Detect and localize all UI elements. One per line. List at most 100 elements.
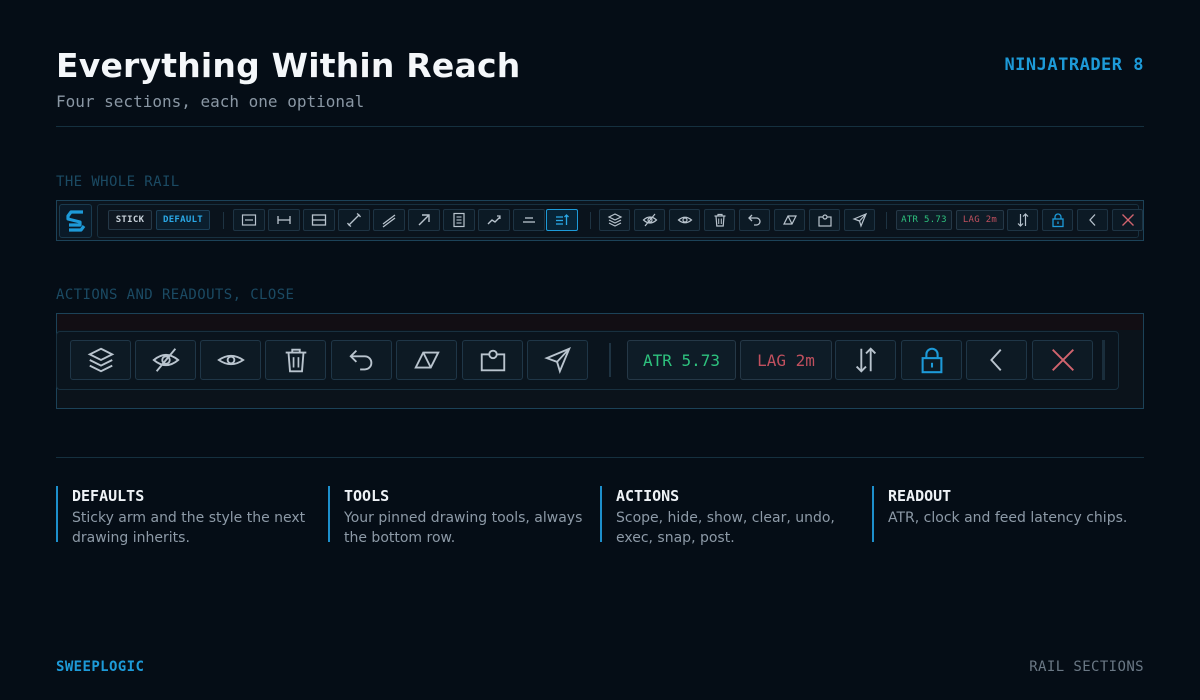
ruler-icon — [346, 212, 362, 228]
tool-parallel-channel-button[interactable] — [373, 209, 405, 231]
horizontal-ray-icon — [277, 216, 291, 224]
exec-triangle-icon — [782, 215, 797, 225]
logo-button[interactable] — [59, 204, 92, 238]
lock-icon — [921, 347, 942, 374]
collapse-button-large[interactable] — [966, 340, 1027, 380]
note-icon — [453, 212, 465, 228]
legend-title: ACTIONS — [616, 487, 680, 505]
text-align-icon — [523, 217, 535, 223]
undo-icon — [747, 214, 761, 226]
section-label-actions-close: ACTIONS AND READOUTS, CLOSE — [56, 287, 295, 303]
tool-rectangle-button[interactable] — [303, 209, 335, 231]
post-button[interactable] — [844, 209, 875, 231]
rectangle-icon — [311, 214, 327, 226]
legend-description: Your pinned drawing tools, always the bo… — [344, 510, 583, 546]
layers-icon — [607, 213, 622, 227]
trash-icon — [714, 213, 725, 227]
atr-chip-large[interactable]: ATR 5.73 — [627, 340, 736, 380]
legend-tools: TOOLS Your pinned drawing tools, always … — [328, 486, 594, 546]
snap-button[interactable] — [809, 209, 840, 231]
scope-button-large[interactable] — [70, 340, 131, 380]
tool-note-button[interactable] — [443, 209, 475, 231]
clear-button[interactable] — [704, 209, 735, 231]
eye-off-icon — [151, 348, 180, 372]
legend-title: TOOLS — [344, 487, 390, 505]
close-button[interactable] — [1112, 209, 1143, 231]
toolbar-rail: STICK DEFAULT ATR 5.73 LAG 2m — [56, 200, 1144, 241]
rail-edge-handle — [1102, 340, 1105, 380]
exec-button-large[interactable] — [396, 340, 457, 380]
sort-arrows-icon — [1017, 213, 1028, 227]
eye-icon — [216, 354, 245, 366]
rail-top-band — [57, 314, 1143, 330]
sort-arrows-icon — [855, 347, 876, 373]
tool-ruler-button[interactable] — [338, 209, 370, 231]
chevron-left-icon — [1088, 214, 1095, 226]
scope-button[interactable] — [599, 209, 630, 231]
snap-button-large[interactable] — [462, 340, 523, 380]
camera-icon — [817, 214, 832, 227]
legend-readout: READOUT ATR, clock and feed latency chip… — [872, 486, 1138, 542]
close-icon — [1121, 214, 1134, 226]
footer-brand: SWEEPLOGIC — [56, 659, 145, 675]
undo-icon — [348, 349, 372, 371]
brand-label: NINJATRADER 8 — [1004, 55, 1144, 75]
send-icon — [851, 212, 867, 228]
page-title: Everything Within Reach — [56, 46, 521, 85]
legend-description: ATR, clock and feed latency chips. — [888, 510, 1128, 526]
default-style-button[interactable]: DEFAULT — [156, 210, 210, 230]
path-icon — [487, 215, 501, 225]
tool-arrow-button[interactable] — [408, 209, 440, 231]
tool-sort-button[interactable] — [546, 209, 578, 231]
hide-button[interactable] — [634, 209, 665, 231]
legend-description: Sticky arm and the style the next drawin… — [72, 510, 306, 546]
sort-button-large[interactable] — [835, 340, 896, 380]
clear-button-large[interactable] — [265, 340, 326, 380]
page-subtitle: Four sections, each one optional — [56, 92, 365, 111]
toolbar-rail-zoomed: ATR 5.73 LAG 2m — [56, 313, 1144, 409]
trash-icon — [285, 348, 306, 373]
hide-button-large[interactable] — [135, 340, 196, 380]
sort-button[interactable] — [1007, 209, 1038, 231]
layers-icon — [87, 347, 114, 373]
lag-chip-large[interactable]: LAG 2m — [740, 340, 832, 380]
tool-text-align-button[interactable] — [513, 209, 545, 231]
section-divider — [223, 212, 224, 229]
legend-divider — [56, 457, 1144, 458]
parallel-channel-icon — [382, 214, 396, 228]
horizontal-line-icon — [241, 214, 257, 226]
tool-horizontal-ray-button[interactable] — [268, 209, 300, 231]
legend-actions: ACTIONS Scope, hide, show, clear, undo, … — [600, 486, 866, 546]
lock-button-large[interactable] — [901, 340, 962, 380]
eye-off-icon — [642, 213, 657, 227]
sort-tools-icon — [556, 214, 569, 225]
close-icon — [1051, 349, 1074, 371]
section-label-whole-rail: THE WHOLE RAIL — [56, 174, 180, 190]
eye-icon — [677, 216, 692, 224]
legend-title: READOUT — [888, 487, 952, 505]
header-divider — [56, 126, 1144, 127]
close-button-large[interactable] — [1032, 340, 1093, 380]
stick-button[interactable]: STICK — [108, 210, 152, 230]
exec-triangle-icon — [413, 351, 440, 369]
footer-caption: RAIL SECTIONS — [1029, 659, 1144, 675]
legend-description: Scope, hide, show, clear, undo, exec, sn… — [616, 510, 835, 546]
section-divider — [886, 212, 887, 229]
show-button-large[interactable] — [200, 340, 261, 380]
lock-button[interactable] — [1042, 209, 1073, 231]
camera-icon — [480, 349, 505, 372]
tool-horizontal-line-button[interactable] — [233, 209, 265, 231]
undo-button-large[interactable] — [331, 340, 392, 380]
undo-button[interactable] — [739, 209, 770, 231]
lag-chip[interactable]: LAG 2m — [956, 210, 1004, 230]
atr-chip[interactable]: ATR 5.73 — [896, 210, 952, 230]
post-button-large[interactable] — [527, 340, 588, 380]
collapse-button[interactable] — [1077, 209, 1108, 231]
chevron-left-icon — [989, 349, 1001, 371]
show-button[interactable] — [669, 209, 700, 231]
exec-button[interactable] — [774, 209, 805, 231]
section-divider — [590, 212, 591, 229]
lock-icon — [1051, 213, 1064, 228]
send-icon — [543, 347, 571, 375]
tool-path-button[interactable] — [478, 209, 510, 231]
